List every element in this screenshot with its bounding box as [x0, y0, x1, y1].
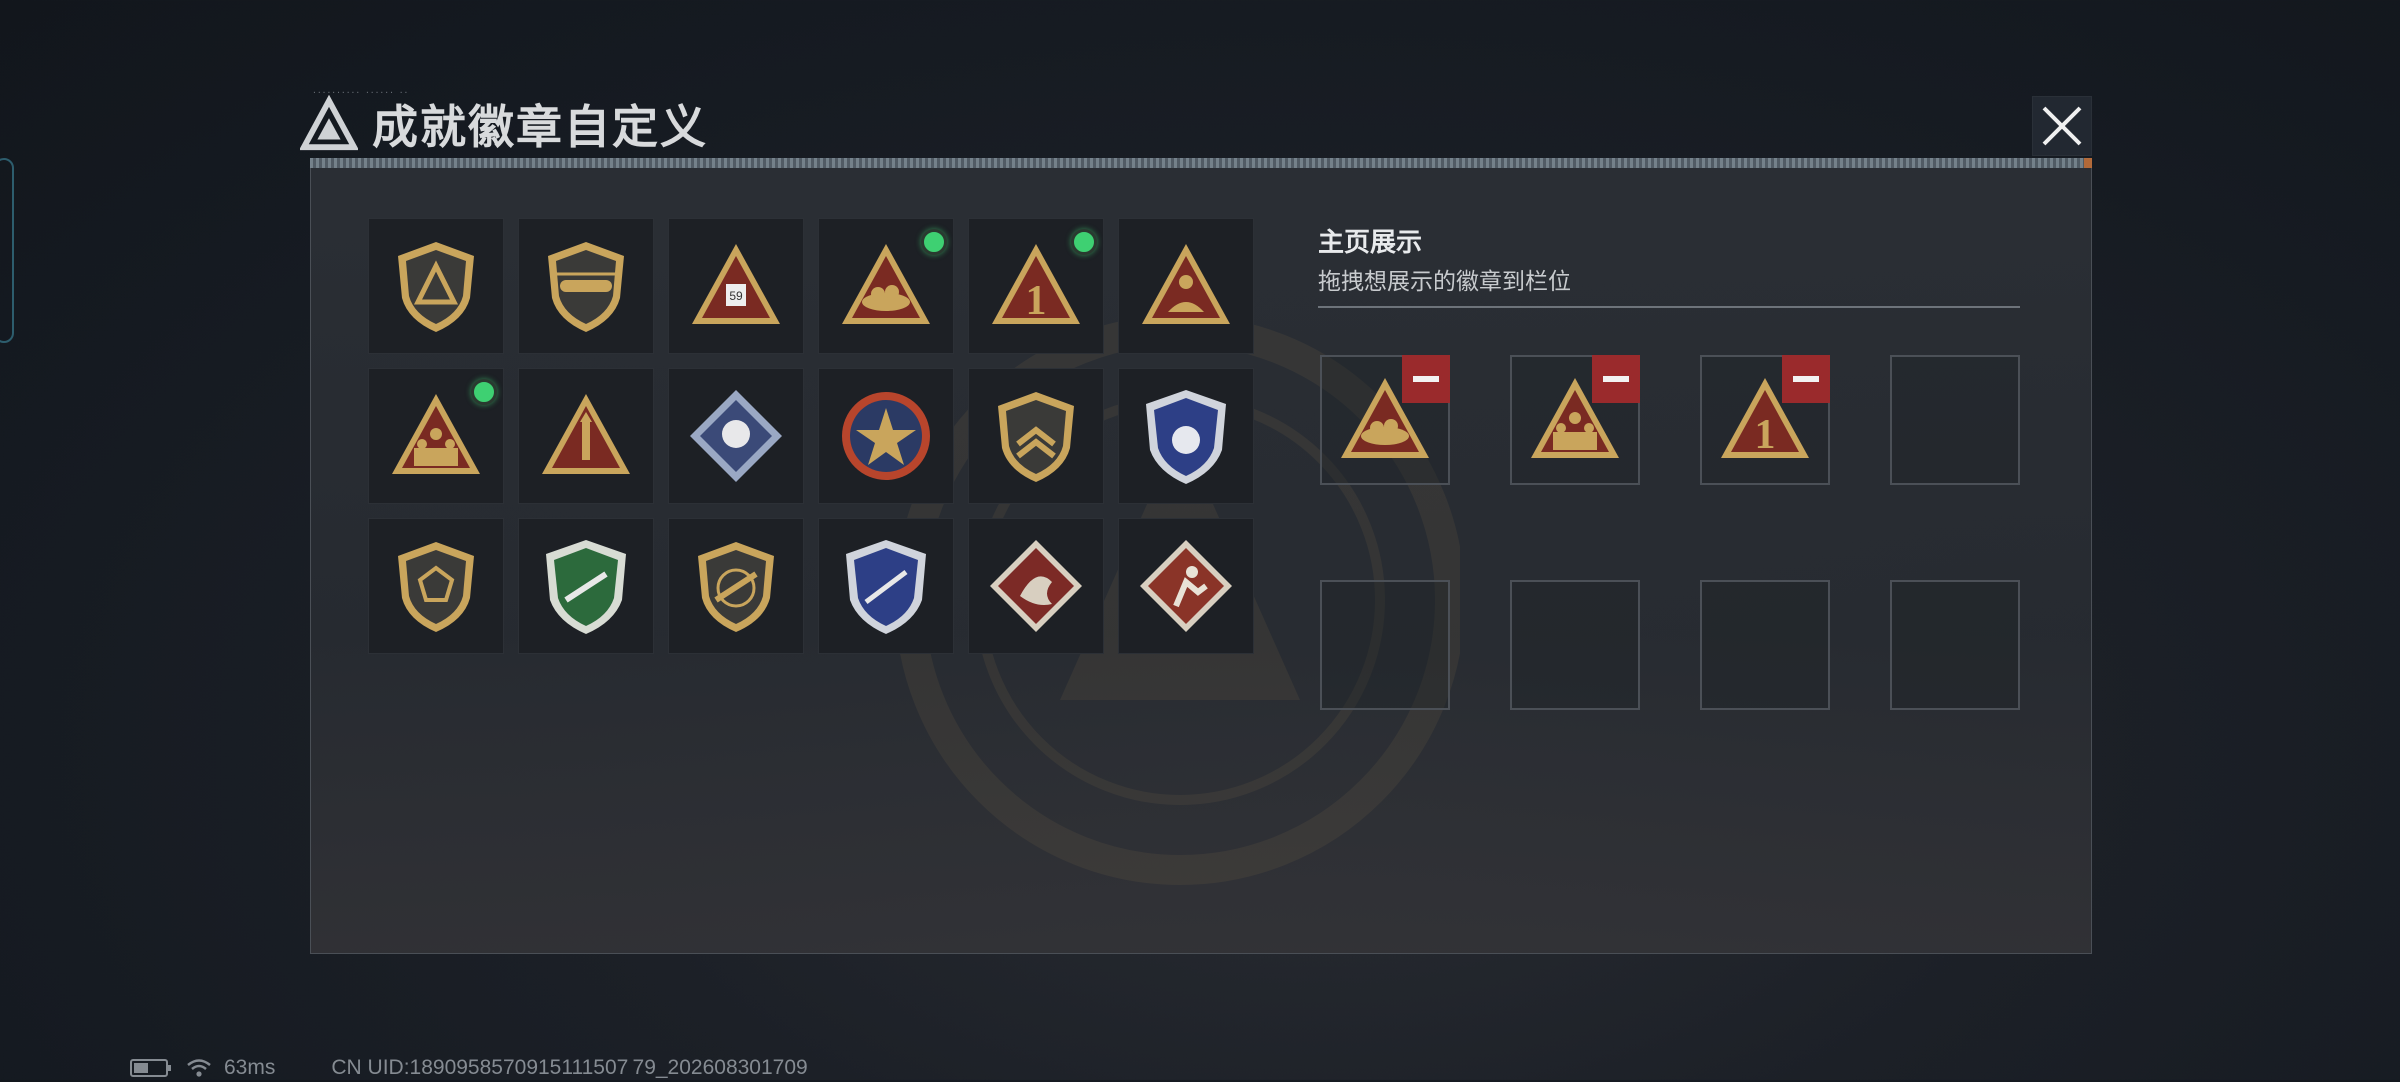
new-indicator-dot [921, 229, 947, 255]
battery-icon [130, 1059, 171, 1077]
side-drawer-handle[interactable] [0, 158, 14, 343]
showcase-slot-empty[interactable] [1890, 580, 2020, 710]
dodecahedron-shield-emblem-icon [398, 542, 474, 632]
number-one-triangle-badge-icon: 1 [992, 244, 1080, 324]
svg-text:59: 59 [729, 289, 743, 303]
minus-icon [1603, 376, 1629, 382]
green-rifle-shield-badge-icon [546, 540, 626, 634]
badge-cell[interactable] [1118, 368, 1254, 504]
dialog-header: 成就徽章自定义 [300, 90, 708, 158]
showcase-slot-grid: 1 [1320, 355, 2020, 710]
uid-readout: CN UID:1890958570915111507 79_2026083017… [331, 1056, 808, 1079]
badge-collection-grid: 59 1 [368, 218, 1254, 654]
showcase-subtitle: 拖拽想展示的徽章到栏位 [1318, 268, 1571, 294]
showcase-title: 主页展示 [1318, 227, 1423, 257]
panel-top-bar [310, 158, 2092, 168]
badge-cell[interactable] [818, 218, 954, 354]
badge-cell[interactable] [1118, 218, 1254, 354]
minus-icon [1793, 376, 1819, 382]
nest-triangle-badge-icon [842, 244, 930, 324]
dragon-diamond-badge-icon [990, 540, 1082, 632]
showcase-slot-filled[interactable]: 1 [1700, 355, 1830, 485]
remove-badge-button[interactable] [1592, 355, 1640, 403]
badge-cell[interactable] [818, 368, 954, 504]
badge-cell[interactable]: 59 [668, 218, 804, 354]
badge-cell[interactable] [968, 368, 1104, 504]
wifi-icon [187, 1059, 211, 1077]
badge-cell[interactable] [668, 518, 804, 654]
star-medal-badge-icon [842, 392, 930, 480]
rocket-triangle-badge-icon [542, 394, 630, 474]
showcase-slot-empty[interactable] [1890, 355, 2020, 485]
showcase-slot-empty[interactable] [1700, 580, 1830, 710]
close-button[interactable] [2032, 96, 2092, 156]
badge-cell[interactable] [368, 218, 504, 354]
showcase-divider [1318, 306, 2020, 308]
ping-readout: 63ms [224, 1056, 276, 1079]
shield-triangle-emblem-icon [398, 242, 474, 332]
swimmer-triangle-badge-icon [1142, 244, 1230, 324]
badge-cell[interactable] [518, 368, 654, 504]
badge-cell[interactable] [968, 518, 1104, 654]
badge-cell[interactable] [668, 368, 804, 504]
svg-text:1: 1 [1755, 412, 1776, 458]
status-bar: 63ms CN UID:1890958570915111507 79_20260… [130, 1054, 808, 1082]
helicopter-shield-emblem-icon [548, 242, 624, 332]
soldier-59-triangle-badge-icon: 59 [692, 244, 780, 324]
badge-cell[interactable] [518, 218, 654, 354]
new-indicator-dot [471, 379, 497, 405]
close-icon [2042, 106, 2082, 146]
minus-icon [1413, 376, 1439, 382]
blue-wing-shield-badge-icon [1146, 390, 1226, 484]
showcase-slot-empty[interactable] [1320, 580, 1450, 710]
squad-triangle-badge-icon [392, 394, 480, 474]
rifle-shield-emblem-icon [698, 542, 774, 632]
triangle-logo-icon [300, 95, 358, 151]
remove-badge-button[interactable] [1402, 355, 1450, 403]
rose-diamond-badge-icon [690, 390, 782, 482]
badge-cell[interactable]: 1 [968, 218, 1104, 354]
blue-knife-shield-badge-icon [846, 540, 926, 634]
badge-cell[interactable] [368, 518, 504, 654]
badge-cell[interactable] [1118, 518, 1254, 654]
runner-diamond-badge-icon [1140, 540, 1232, 632]
badge-cell[interactable] [518, 518, 654, 654]
page-title: 成就徽章自定义 [372, 101, 708, 153]
showcase-slot-filled[interactable] [1510, 355, 1640, 485]
showcase-slot-filled[interactable] [1320, 355, 1450, 485]
chevron-shield-emblem-icon [998, 392, 1074, 482]
svg-text:1: 1 [1026, 278, 1047, 324]
new-indicator-dot [1071, 229, 1097, 255]
badge-cell[interactable] [818, 518, 954, 654]
showcase-slot-empty[interactable] [1510, 580, 1640, 710]
badge-cell[interactable] [368, 368, 504, 504]
remove-badge-button[interactable] [1782, 355, 1830, 403]
